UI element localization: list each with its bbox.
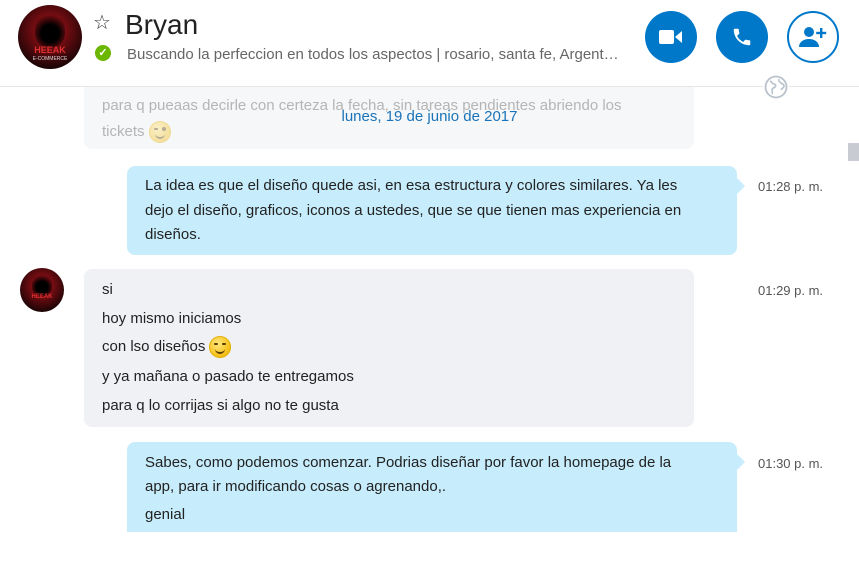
outgoing-message-bubble[interactable]: Sabes, como podemos comenzar. Podrias di… [127,442,745,542]
video-camera-icon [659,30,682,44]
scrollbar-thumb[interactable] [848,143,859,161]
message-timestamp: 01:29 p. m. [758,283,824,298]
message-line: hoy mismo iniciamos [102,310,242,327]
avatar-logo-text: HEEAK [31,294,53,300]
audio-call-button[interactable] [716,11,768,63]
message-line: diseños. [145,226,201,243]
message-line: para q lo corrijas si algo no te gusta [102,397,339,414]
message-timestamp: 01:30 p. m. [758,456,824,471]
message-line: Sabes, como podemos comenzar. Podrias di… [145,454,672,471]
message-text: con lso diseños [102,337,206,355]
avatar-logo-subtext: E-COMMERCE [32,56,68,62]
video-call-button[interactable] [645,11,697,63]
message-line: genial [145,506,186,523]
avatar-hood-graphic [35,13,65,47]
message-timestamp: 01:28 p. m. [758,179,824,194]
incoming-message-bubble[interactable]: si hoy mismo iniciamos con lso diseños y… [84,269,694,427]
message-line: La idea es que el diseño quede asi, en e… [145,177,678,194]
date-separator: lunes, 19 de junio de 2017 [341,108,518,125]
wink-emoticon-icon [209,336,232,358]
conversation-header: HEEAK E-COMMERCE ☆ Bryan ✓ Buscando la p… [0,0,859,87]
add-people-button[interactable] [787,11,839,63]
message-line: con lso diseños [102,336,232,358]
online-status-icon: ✓ [95,45,111,61]
add-person-icon [799,27,827,47]
globe-translate-icon[interactable] [763,74,789,100]
message-line: si [102,281,113,298]
avatar-hood-graphic [32,274,52,296]
contact-name[interactable]: Bryan [125,8,198,42]
contact-avatar[interactable]: HEEAK E-COMMERCE [18,5,82,69]
avatar-logo-text: HEEAK [34,45,66,55]
sender-avatar[interactable]: HEEAK [20,268,64,312]
message-line: dejo el diseño, graficos, iconos a usted… [145,202,682,219]
message-line: y ya mañana o pasado te entregamos [102,368,354,385]
conversation-history[interactable]: para q pueaas decirle con certeza la fec… [0,87,859,580]
phone-icon [733,28,751,46]
previous-message-text: tickets [102,122,145,140]
conversation-bottom-fade [0,532,859,580]
contact-mood-message: Buscando la perfeccion en todos los aspe… [127,46,619,63]
favorite-star-icon[interactable]: ☆ [93,12,111,34]
message-line: app, para ir modificando cosas o agrenan… [145,478,447,495]
outgoing-message-bubble[interactable]: La idea es que el diseño quede asi, en e… [127,166,745,255]
